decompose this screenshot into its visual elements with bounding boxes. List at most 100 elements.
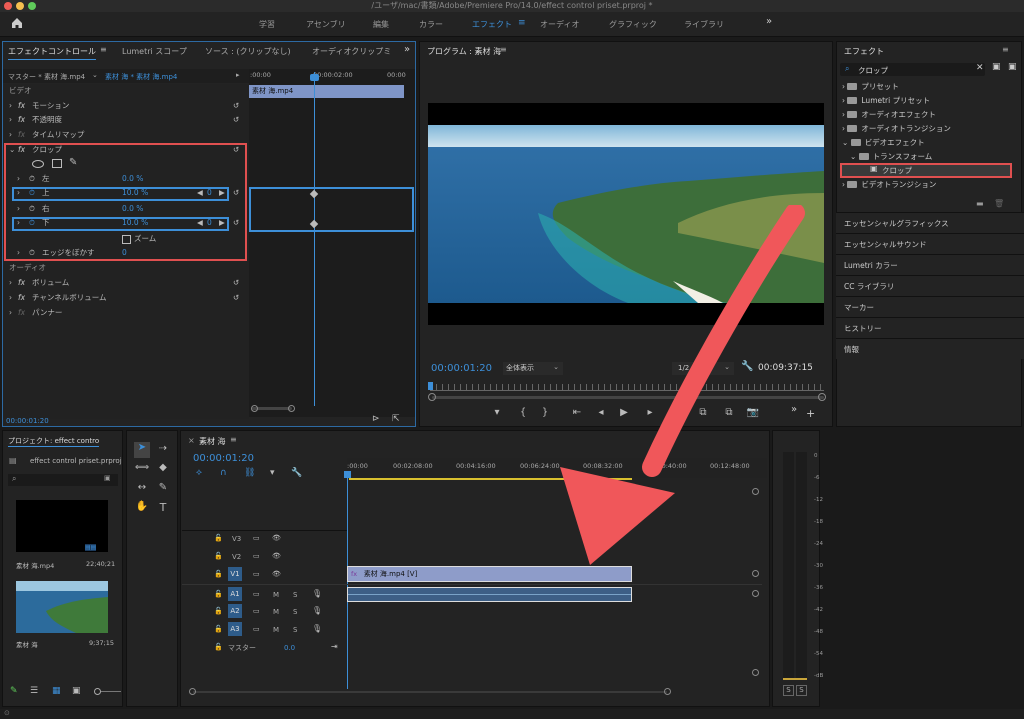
vertical-scroll-handle[interactable]	[752, 590, 759, 597]
mic-icon[interactable]: 🎙	[312, 606, 322, 615]
zoom-window-button[interactable]	[28, 2, 36, 10]
reset-icon[interactable]: ↺	[233, 216, 239, 231]
snap-icon[interactable]: ∩	[220, 468, 227, 478]
crop-right-value[interactable]: 0.0 %	[122, 202, 143, 217]
solo-button[interactable]: S	[293, 626, 297, 634]
reset-icon[interactable]: ↺	[233, 291, 239, 306]
effect-volume[interactable]: ボリューム	[32, 276, 69, 291]
minimize-window-button[interactable]	[16, 2, 24, 10]
chevron-right-icon[interactable]: ›	[17, 216, 20, 231]
accelerated-effects-icon[interactable]: ▣	[992, 62, 1001, 72]
chevron-right-icon[interactable]: ›	[17, 202, 20, 217]
ec-clip-selector[interactable]: 素材 海 * 素材 海.mp4	[105, 72, 177, 82]
fx-icon[interactable]: fx	[18, 113, 25, 128]
effects-item-video-effects[interactable]: ⌄ ビデオエフェクト	[842, 136, 925, 150]
lock-icon[interactable]: 🔓	[214, 625, 223, 633]
sync-lock-icon[interactable]: ▭	[253, 570, 260, 578]
program-zoom-handle-right[interactable]	[818, 393, 826, 401]
effects-item-lumetri-presets[interactable]: › Lumetri プリセット	[842, 94, 930, 108]
workspace-assembly[interactable]: アセンブリ	[306, 19, 346, 30]
lock-icon[interactable]: 🔓	[214, 534, 223, 542]
eye-icon[interactable]: 👁	[272, 552, 281, 560]
go-to-end-icon[interactable]: ⇥	[331, 642, 338, 651]
section-history[interactable]: ヒストリー	[836, 317, 1024, 338]
project-item-thumbnail-sequence[interactable]	[16, 581, 108, 633]
section-lumetri-color[interactable]: Lumetri カラー	[836, 254, 1024, 275]
panel-menu-icon[interactable]: ≡	[230, 435, 237, 444]
eye-icon[interactable]: 👁	[272, 534, 281, 542]
freeform-view-icon[interactable]: ▣	[72, 686, 81, 696]
track-a3-target[interactable]: A3	[228, 622, 242, 636]
track-a2-target[interactable]: A2	[228, 604, 242, 618]
fx-icon[interactable]: fx	[18, 99, 25, 114]
lock-icon[interactable]: 🔓	[214, 570, 223, 578]
lock-icon[interactable]: 🔓	[214, 643, 223, 651]
lock-icon[interactable]: 🔓	[214, 552, 223, 560]
chevron-right-icon[interactable]: ›	[17, 186, 20, 201]
play-clip-icon[interactable]: ▸	[236, 71, 240, 79]
pencil-icon[interactable]: ✎	[10, 686, 18, 696]
tab-source[interactable]: ソース : (クリップなし)	[205, 46, 291, 57]
ec-scroll-handle-right[interactable]	[288, 405, 295, 412]
effects-item-presets[interactable]: › プリセット	[842, 80, 899, 94]
mark-in-icon[interactable]: {	[518, 407, 528, 418]
ec-zoom-scrollbar[interactable]	[252, 407, 292, 410]
solo-button[interactable]: S	[293, 591, 297, 599]
sync-lock-icon[interactable]: ▭	[253, 625, 260, 633]
reset-icon[interactable]: ↺	[233, 113, 239, 128]
add-marker-icon[interactable]: ▾	[492, 407, 502, 418]
effects-item-audio-transitions[interactable]: › オーディオトランジション	[842, 122, 951, 136]
ec-timecode[interactable]: 00:00:01:20	[6, 417, 49, 425]
workspace-edit[interactable]: 編集	[373, 19, 389, 30]
crop-left-value[interactable]: 0.0 %	[122, 172, 143, 187]
ripple-edit-tool-icon[interactable]: ⟺	[134, 462, 150, 473]
workspace-graphics[interactable]: グラフィック	[609, 19, 657, 30]
program-playhead[interactable]	[428, 382, 433, 390]
icon-view-icon[interactable]: ▦	[52, 686, 61, 696]
workspace-menu-icon[interactable]: ≡	[518, 18, 526, 28]
home-icon[interactable]	[10, 16, 24, 30]
chevron-down-icon[interactable]: ⌄	[92, 71, 98, 79]
stopwatch-icon[interactable]: ⏱	[29, 246, 35, 261]
mute-button[interactable]: M	[273, 591, 279, 599]
lock-icon[interactable]: 🔓	[214, 590, 223, 598]
more-workspaces-icon[interactable]: »	[766, 16, 772, 27]
find-icon[interactable]: ▣	[104, 474, 111, 482]
panel-menu-icon[interactable]: ≡	[100, 45, 107, 54]
linked-selection-icon[interactable]: ⛓	[244, 468, 255, 478]
chevron-right-icon[interactable]: ›	[9, 113, 12, 128]
track-v3-label[interactable]: V3	[232, 535, 241, 543]
effects-item-crop[interactable]	[840, 163, 1012, 178]
fit-dropdown[interactable]: 全体表示 ⌄	[503, 362, 563, 375]
next-keyframe-icon[interactable]: ▶	[219, 216, 225, 231]
mark-out-icon[interactable]: }	[540, 407, 550, 418]
ec-playhead-handle[interactable]	[310, 74, 319, 81]
chevron-right-icon[interactable]: ›	[9, 276, 12, 291]
workspace-audio[interactable]: オーディオ	[540, 19, 579, 30]
zoom-slider-track[interactable]	[101, 691, 121, 692]
crop-bottom-value[interactable]: 10.0 %	[122, 216, 148, 231]
chevron-right-icon[interactable]: ›	[9, 128, 12, 143]
reset-icon[interactable]: ↺	[233, 99, 239, 114]
solo-right-button[interactable]: S	[796, 685, 807, 696]
tab-project[interactable]: プロジェクト: effect contro	[8, 436, 100, 447]
eye-icon[interactable]: 👁	[272, 570, 281, 578]
fx-icon[interactable]: fx	[18, 291, 25, 306]
prev-keyframe-icon[interactable]: ◀	[197, 186, 203, 201]
lock-icon[interactable]: 🔓	[214, 607, 223, 615]
effect-opacity[interactable]: 不透明度	[32, 113, 62, 128]
effects-title[interactable]: エフェクト	[844, 46, 884, 57]
effects-item-audio-effects[interactable]: › オーディオエフェクト	[842, 108, 936, 122]
vertical-scroll-handle[interactable]	[752, 570, 759, 577]
vertical-scroll-handle[interactable]	[752, 669, 759, 676]
pen-tool-icon[interactable]: ✎	[155, 482, 171, 493]
section-info[interactable]: 情報	[836, 338, 1024, 359]
workspace-color[interactable]: カラー	[419, 19, 443, 30]
sync-lock-icon[interactable]: ▭	[253, 590, 260, 598]
track-select-tool-icon[interactable]: ⇢	[155, 443, 171, 454]
audio-clip[interactable]	[347, 587, 632, 602]
project-search-field[interactable]	[8, 474, 118, 486]
timeline-scroll-handle-left[interactable]	[189, 688, 196, 695]
stopwatch-icon[interactable]: ⏱	[29, 202, 35, 217]
close-window-button[interactable]	[4, 2, 12, 10]
